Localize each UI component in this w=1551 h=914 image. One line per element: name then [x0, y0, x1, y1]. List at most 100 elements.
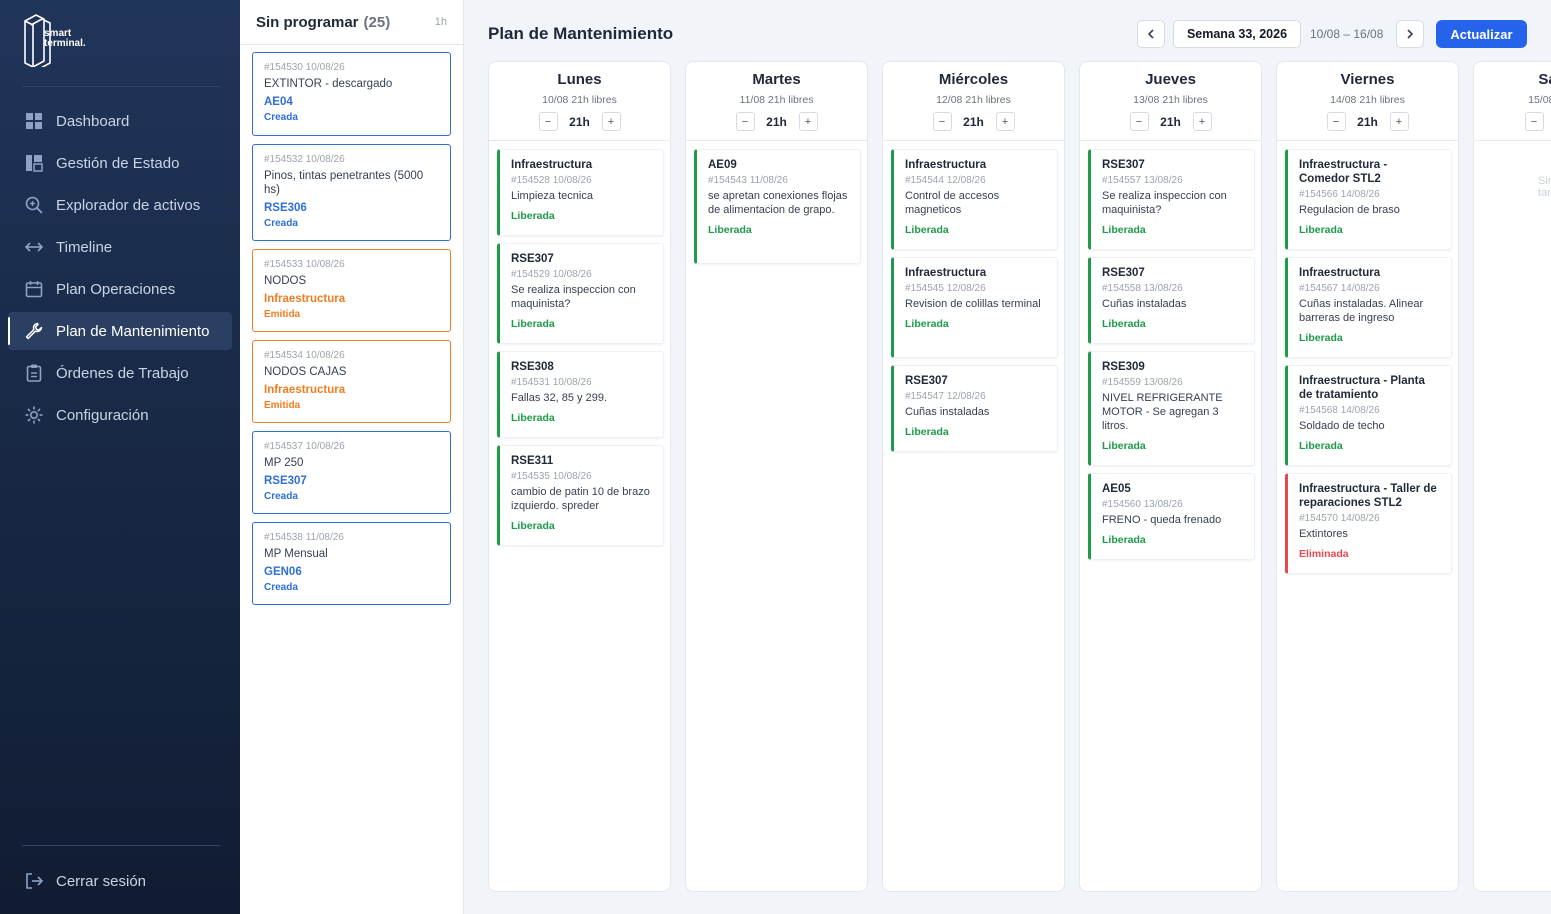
zoom-icon	[25, 196, 43, 214]
day-header: Viernes 14/08 21h libres − 21h +	[1277, 62, 1458, 141]
unscheduled-card[interactable]: #154538 11/08/26 MP Mensual GEN06 Creada	[252, 522, 451, 605]
logout-label: Cerrar sesión	[56, 872, 147, 890]
order-asset: RSE307	[264, 475, 307, 487]
hours-value: 21h	[1544, 115, 1551, 129]
order-description: NODOS CAJAS	[264, 366, 347, 378]
task-card[interactable]: Infraestructura #154528 10/08/26 Limpiez…	[497, 149, 664, 236]
chevron-right-icon	[1407, 29, 1414, 39]
task-card[interactable]: Infraestructura #154545 12/08/26 Revisio…	[891, 257, 1058, 358]
order-asset: GEN06	[264, 566, 302, 578]
task-id: #154570 14/08/26	[1299, 513, 1380, 524]
day-availability: 13/08 21h libres	[1133, 94, 1208, 106]
day-availability: 10/08 21h libres	[542, 94, 617, 106]
unscheduled-card[interactable]: #154533 10/08/26 NODOS Infraestructura E…	[252, 249, 451, 332]
next-week-button[interactable]	[1396, 20, 1424, 48]
task-description: Se realiza inspeccion con maquinista?	[1102, 190, 1227, 216]
task-id: #154531 10/08/26	[511, 377, 592, 388]
sidebar-nav: Dashboard Gestión de Estado Explorador d…	[0, 102, 240, 438]
task-title: RSE307	[511, 253, 554, 265]
order-asset: Infraestructura	[264, 384, 346, 396]
day-header: Miércoles 12/08 21h libres − 21h +	[883, 62, 1064, 141]
week-range: 10/08 – 16/08	[1310, 27, 1384, 41]
task-card[interactable]: Infraestructura - Planta de tratamiento …	[1285, 365, 1452, 466]
decrease-hours-button[interactable]: −	[1524, 112, 1544, 131]
decrease-hours-button[interactable]: −	[1326, 112, 1346, 131]
sidebar-item-ordenes-trabajo[interactable]: Órdenes de Trabajo	[8, 354, 232, 392]
unscheduled-card[interactable]: #154532 10/08/26 Pinos, tintas penetrant…	[252, 144, 451, 241]
sidebar-item-plan-mantenimiento[interactable]: Plan de Mantenimiento	[8, 312, 232, 350]
calendar-icon	[25, 281, 43, 298]
day-column: Viernes 14/08 21h libres − 21h + Infraes…	[1276, 61, 1459, 892]
increase-hours-button[interactable]: +	[1389, 112, 1409, 131]
day-header: Lunes 10/08 21h libres − 21h +	[489, 62, 670, 141]
task-title: RSE308	[511, 361, 554, 373]
task-card[interactable]: AE05 #154560 13/08/26 FRENO - queda fren…	[1088, 473, 1255, 560]
decrease-hours-button[interactable]: −	[735, 112, 755, 131]
day-name: Jueves	[1145, 71, 1196, 88]
sidebar-item-configuracion[interactable]: Configuración	[8, 396, 232, 434]
task-card[interactable]: Infraestructura #154567 14/08/26 Cuñas i…	[1285, 257, 1452, 358]
hours-stepper: − 21h +	[686, 112, 867, 131]
task-title: Infraestructura	[905, 267, 987, 279]
task-id: #154567 14/08/26	[1299, 283, 1380, 294]
day-column: Lunes 10/08 21h libres − 21h + Infraestr…	[488, 61, 671, 892]
increase-hours-button[interactable]: +	[798, 112, 818, 131]
unscheduled-card[interactable]: #154537 10/08/26 MP 250 RSE307 Creada	[252, 431, 451, 514]
task-card[interactable]: RSE309 #154559 13/08/26 NIVEL REFRIGERAN…	[1088, 351, 1255, 466]
task-status: Liberada	[1102, 318, 1146, 330]
hours-value: 21h	[1357, 114, 1378, 129]
task-card[interactable]: RSE307 #154547 12/08/26 Cuñas instaladas…	[891, 365, 1058, 452]
unscheduled-hours: 1h	[434, 16, 447, 28]
decrease-hours-button[interactable]: −	[932, 112, 952, 131]
sidebar-item-label: Gestión de Estado	[56, 154, 180, 172]
task-status: Liberada	[905, 318, 949, 330]
order-id: #154534 10/08/26	[264, 350, 345, 361]
task-title: Infraestructura - Comedor STL2	[1299, 159, 1388, 185]
unscheduled-card[interactable]: #154534 10/08/26 NODOS CAJAS Infraestruc…	[252, 340, 451, 423]
task-card[interactable]: RSE307 #154529 10/08/26 Se realiza inspe…	[497, 243, 664, 344]
sidebar-item-label: Órdenes de Trabajo	[56, 364, 189, 382]
task-card[interactable]: Infraestructura - Comedor STL2 #154566 1…	[1285, 149, 1452, 250]
decrease-hours-button[interactable]: −	[1129, 112, 1149, 131]
unscheduled-card[interactable]: #154530 10/08/26 EXTINTOR - descargado A…	[252, 52, 451, 136]
task-description: cambio de patin 10 de brazo izquierdo. s…	[511, 486, 650, 512]
refresh-button[interactable]: Actualizar	[1436, 20, 1527, 48]
task-card[interactable]: RSE308 #154531 10/08/26 Fallas 32, 85 y …	[497, 351, 664, 438]
sidebar-item-explorador[interactable]: Explorador de activos	[8, 186, 232, 224]
order-description: Pinos, tintas penetrantes (5000 hs)	[264, 170, 424, 196]
logout-button[interactable]: Cerrar sesión	[8, 862, 232, 900]
task-card[interactable]: RSE311 #154535 10/08/26 cambio de patin …	[497, 445, 664, 546]
empty-day-hint: Sin tareas	[1538, 175, 1551, 199]
hours-stepper: − 21h +	[1277, 112, 1458, 131]
order-id: #154537 10/08/26	[264, 441, 345, 452]
sidebar-item-plan-operaciones[interactable]: Plan Operaciones	[8, 270, 232, 308]
task-card[interactable]: Infraestructura - Taller de reparaciones…	[1285, 473, 1452, 574]
day-column: Jueves 13/08 21h libres − 21h + RSE307 #…	[1079, 61, 1262, 892]
prev-week-button[interactable]	[1137, 20, 1165, 48]
logo-text: smart terminal.	[44, 28, 86, 49]
task-card[interactable]: Infraestructura #154544 12/08/26 Control…	[891, 149, 1058, 250]
sidebar-item-dashboard[interactable]: Dashboard	[8, 102, 232, 140]
task-status: Liberada	[905, 426, 949, 438]
task-id: #154559 13/08/26	[1102, 377, 1183, 388]
day-name: Lunes	[557, 71, 602, 88]
order-status: Creada	[264, 582, 298, 593]
day-column: Martes 11/08 21h libres − 21h + AE09 #15…	[685, 61, 868, 892]
task-description: Cuñas instaladas	[1102, 298, 1187, 310]
task-card[interactable]: RSE307 #154558 13/08/26 Cuñas instaladas…	[1088, 257, 1255, 344]
task-title: Infraestructura	[511, 159, 593, 171]
day-header: Sábado 15/08 21h libres − 21h +	[1474, 62, 1551, 141]
increase-hours-button[interactable]: +	[601, 112, 621, 131]
sidebar-item-timeline[interactable]: Timeline	[8, 228, 232, 266]
task-card[interactable]: RSE307 #154557 13/08/26 Se realiza inspe…	[1088, 149, 1255, 250]
order-id: #154530 10/08/26	[264, 62, 345, 73]
chevron-left-icon	[1147, 29, 1154, 39]
sidebar-item-gestion-estado[interactable]: Gestión de Estado	[8, 144, 232, 182]
task-card[interactable]: AE09 #154543 11/08/26 se apretan conexio…	[694, 149, 861, 264]
increase-hours-button[interactable]: +	[995, 112, 1015, 131]
order-description: MP Mensual	[264, 548, 328, 560]
week-selector[interactable]: Semana 33, 2026	[1173, 20, 1301, 48]
day-availability: 15/08 21h libres	[1528, 94, 1551, 106]
decrease-hours-button[interactable]: −	[538, 112, 558, 131]
increase-hours-button[interactable]: +	[1192, 112, 1212, 131]
